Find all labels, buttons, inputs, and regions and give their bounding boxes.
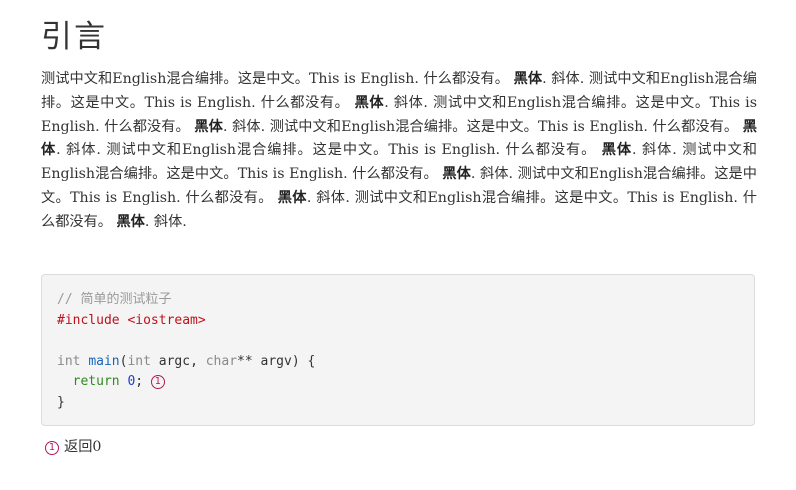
- callout-text: 返回0: [64, 439, 102, 455]
- code-listing: // 简单的测试粒子 #include <iostream> int main(…: [57, 292, 316, 410]
- bold-text: 黑体: [513, 71, 543, 87]
- callout-marker: 1: [150, 375, 165, 389]
- callout-marker: 1: [45, 441, 59, 455]
- italic-text: 斜体: [551, 71, 580, 87]
- code-include: #include <iostream>: [57, 312, 206, 328]
- code-return-keyword: return: [72, 374, 120, 389]
- code-block: // 简单的测试粒子 #include <iostream> int main(…: [41, 274, 755, 426]
- code-function-name: main: [88, 353, 120, 369]
- code-comment: // 简单的测试粒子: [57, 292, 172, 307]
- paragraph-text: 测试中文和English混合编排。这是中文。This is English. 什…: [41, 71, 514, 87]
- callout-note: 1 返回0: [45, 437, 101, 457]
- page-title: 引言: [41, 19, 107, 55]
- mixed-text-paragraph: 测试中文和English混合编排。这是中文。This is English. 什…: [41, 71, 757, 230]
